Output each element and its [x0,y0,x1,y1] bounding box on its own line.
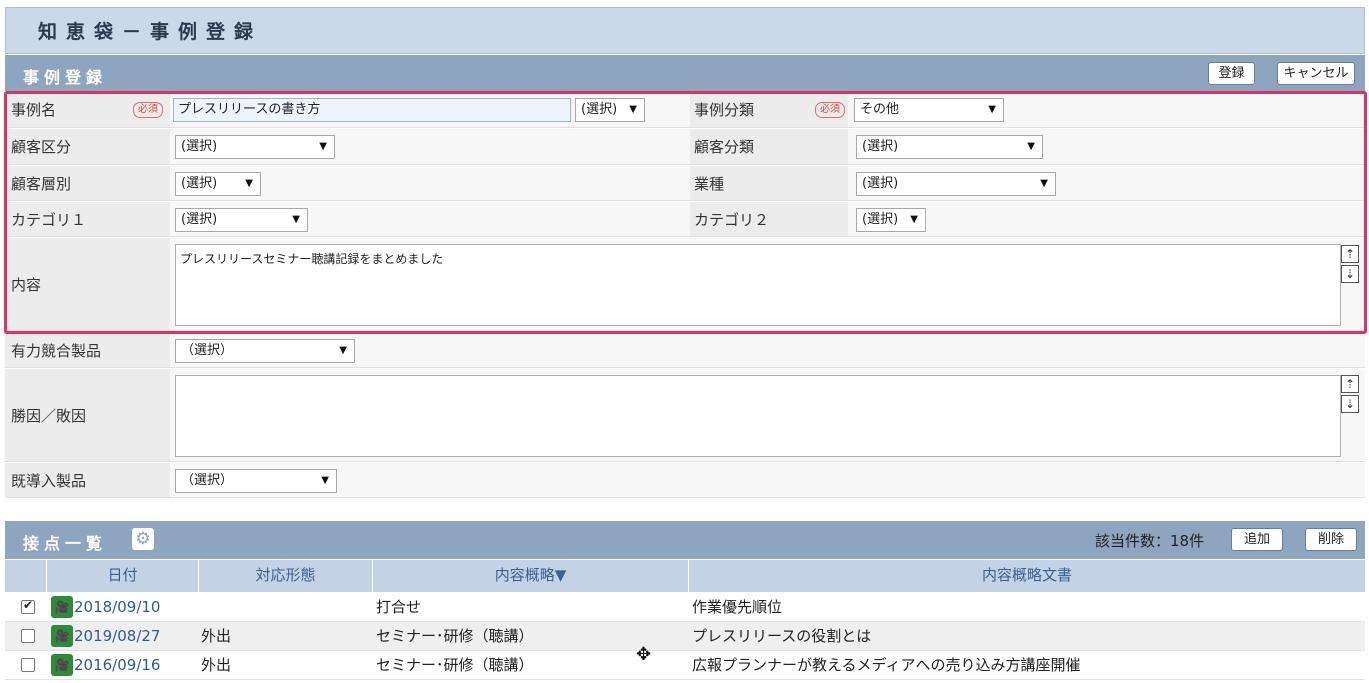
row-checkbox[interactable] [21,658,35,672]
customer-class-select[interactable]: (選択) ▼ [856,135,1043,159]
chevron-down-icon: ▼ [292,214,300,225]
add-contact-button[interactable]: 追加 [1231,528,1283,551]
form-row-competitor: 有力競合製品 （選択） ▼ [5,334,1365,368]
column-summary[interactable]: 内容概略▼ [373,560,689,592]
installed-label: 既導入製品 [5,463,170,497]
chevron-down-icon: ▼ [339,345,347,356]
form-row-win-loss: 勝因／敗因 ⇡ ⇣ [5,369,1365,462]
content-scroll-buttons: ⇡ ⇣ [1341,245,1359,283]
chevron-down-icon: ▼ [319,141,327,152]
cancel-button[interactable]: キャンセル [1277,62,1355,85]
form-section-title: 事例登録 [23,68,108,87]
win-loss-textarea[interactable] [175,375,1341,457]
row-summary-doc[interactable]: プレスリリースの役割とは [692,622,871,650]
delete-contact-button[interactable]: 削除 [1305,528,1357,551]
column-date[interactable]: 日付 [47,560,199,592]
industry-label: 業種 [690,166,848,200]
customer-tier-label: 顧客層別 [5,166,170,200]
app-title: 知恵袋－事例登録 [5,7,1365,54]
category1-label: カテゴリ１ [5,202,170,236]
row-summary-doc[interactable]: 広報プランナーが教えるメディアへの売り込み方講座開催 [692,651,1081,679]
contacts-section-header: 接点一覧 ⚙ 該当件数：18件 追加 削除 [5,521,1365,559]
case-class-select[interactable]: その他 ▼ [854,98,1004,122]
form-row-installed: 既導入製品 （選択） ▼ [5,463,1365,498]
case-name-template-select[interactable]: (選択) ▼ [575,98,645,122]
column-check [5,560,47,592]
competitor-select[interactable]: （選択） ▼ [175,339,355,363]
win-loss-label: 勝因／敗因 [5,369,170,461]
form-row-case-name: 事例名 必須 プレスリリースの書き方 (選択) ▼ 事例分類 必須 その他 ▼ [5,91,1365,128]
row-summary: 打合せ [376,598,422,616]
row-checkbox[interactable] [21,629,35,643]
form-row-customer-division: 顧客区分 (選択) ▼ 顧客分類 (選択) ▼ [5,129,1365,165]
row-summary-doc[interactable]: 作業優先順位 [692,593,782,621]
win-loss-scroll-buttons: ⇡ ⇣ [1341,375,1359,413]
row-date[interactable]: 2018/09/10 [74,593,160,621]
film-icon[interactable]: 🎥 [51,654,73,676]
column-type[interactable]: 対応形態 [199,560,373,592]
row-date[interactable]: 2019/08/27 [74,622,160,650]
customer-tier-select[interactable]: (選択) ▼ [175,172,261,196]
row-summary: セミナー･研修（聴講） [376,627,534,645]
row-checkbox[interactable] [21,598,35,614]
competitor-label: 有力競合製品 [5,334,170,367]
customer-division-label: 顧客区分 [5,129,170,164]
category1-select[interactable]: (選択) ▼ [175,208,308,232]
table-row[interactable]: 🎥 2018/09/10 打合せ 作業優先順位 [5,593,1365,622]
move-cursor-icon: ✥ [636,644,652,665]
arrow-up-icon[interactable]: ⇡ [1341,375,1359,393]
form-row-customer-tier: 顧客層別 (選択) ▼ 業種 (選択) ▼ [5,166,1365,201]
customer-division-select[interactable]: (選択) ▼ [175,135,335,159]
film-icon[interactable]: 🎥 [51,625,73,647]
required-badge: 必須 [815,102,845,118]
customer-class-label: 顧客分類 [690,129,848,164]
contacts-section-title: 接点一覧 [23,534,108,553]
chevron-down-icon: ▼ [245,178,253,189]
form-section-header: 事例登録 登録 キャンセル [5,55,1365,92]
film-icon[interactable]: 🎥 [51,596,73,618]
chevron-down-icon: ▼ [1040,178,1048,189]
required-badge: 必須 [133,102,163,118]
case-name-input[interactable]: プレスリリースの書き方 [173,98,571,122]
table-row[interactable]: 🎥 2019/08/27 外出 セミナー･研修（聴講） プレスリリースの役割とは [5,622,1365,651]
table-row[interactable]: 🎥 2016/09/16 外出 セミナー･研修（聴講） 広報プランナーが教えるメ… [5,651,1365,680]
industry-select[interactable]: (選択) ▼ [856,172,1056,196]
category2-select[interactable]: (選択) ▼ [856,208,926,232]
content-textarea[interactable]: プレスリリースセミナー聴講記録をまとめました [175,244,1341,326]
row-summary: セミナー･研修（聴講） [376,656,534,674]
chevron-down-icon: ▼ [910,214,918,225]
chevron-down-icon: ▼ [1027,141,1035,152]
chevron-down-icon: ▼ [988,104,996,115]
arrow-down-icon[interactable]: ⇣ [1341,395,1359,413]
row-type: 外出 [201,656,232,674]
arrow-up-icon[interactable]: ⇡ [1341,245,1359,263]
row-type: 外出 [201,627,232,645]
column-summary-doc[interactable]: 内容概略文書 [689,560,1365,592]
register-button[interactable]: 登録 [1208,62,1255,85]
result-count: 該当件数：18件 [1095,532,1205,550]
form-row-category: カテゴリ１ (選択) ▼ カテゴリ２ (選択) ▼ [5,202,1365,237]
installed-select[interactable]: （選択） ▼ [175,469,337,493]
content-label: 内容 [5,238,170,330]
chevron-down-icon: ▼ [629,104,637,115]
chevron-down-icon: ▼ [321,475,329,486]
gear-icon[interactable]: ⚙ [132,528,154,550]
category2-label: カテゴリ２ [690,202,848,236]
row-date[interactable]: 2016/09/16 [74,651,160,679]
contacts-table-header: 日付 対応形態 内容概略▼ 内容概略文書 [5,560,1365,592]
arrow-down-icon[interactable]: ⇣ [1341,265,1359,283]
form-row-content: 内容 プレスリリースセミナー聴講記録をまとめました ⇡ ⇣ [5,238,1365,331]
